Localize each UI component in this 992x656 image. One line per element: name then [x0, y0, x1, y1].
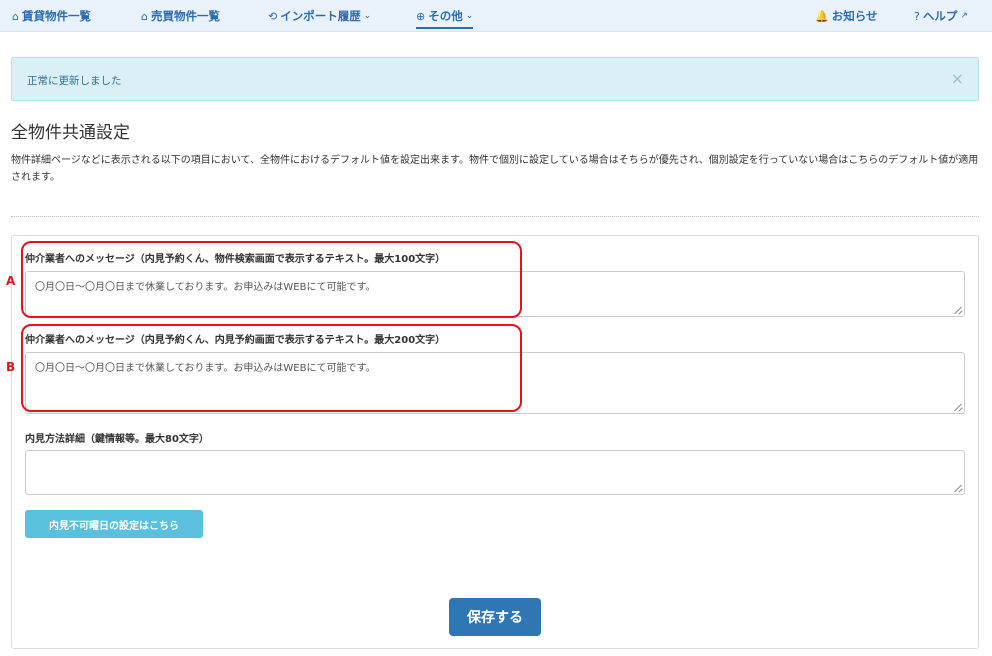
unavailable-days-button[interactable]: 内見不可曜日の設定はこちら [25, 510, 203, 538]
marker-b: B [6, 360, 16, 374]
nav-notifications-label: お知らせ [831, 9, 878, 23]
nav-rental-list[interactable]: ⌂ 賃貸物件一覧 [12, 0, 91, 32]
highlight-box-b [21, 324, 522, 412]
nav-sale-list[interactable]: ⌂ 売買物件一覧 [141, 0, 220, 32]
nav-help-label: ヘルプ [922, 9, 958, 23]
home-icon: ⌂ [12, 9, 19, 23]
nav-help[interactable]: ? ヘルプ ↗ [914, 0, 968, 32]
nav-other[interactable]: ⊕ その他 ⌄ [416, 0, 474, 32]
plus-circle-icon: ⊕ [416, 9, 426, 23]
nav-sale-list-label: 売買物件一覧 [150, 9, 220, 23]
nav-rental-list-label: 賃貸物件一覧 [21, 9, 91, 23]
highlight-box-a [21, 241, 522, 318]
home-icon: ⌂ [141, 9, 148, 23]
external-link-icon: ↗ [960, 11, 968, 21]
page-description: 物件詳細ページなどに表示される以下の項目において、全物件におけるデフォルト値を設… [11, 155, 979, 183]
resize-grip-icon[interactable] [954, 484, 962, 492]
top-nav: ⌂ 賃貸物件一覧 ⌂ 売買物件一覧 ⟲ インポート履歴 ⌄ ⊕ その他 ⌄ 🔔 … [0, 0, 992, 32]
chevron-down-icon: ⌄ [465, 11, 474, 21]
alert-message: 正常に更新しました [27, 75, 122, 87]
chevron-down-icon: ⌄ [363, 11, 372, 21]
history-icon: ⟲ [268, 9, 278, 23]
nav-notifications[interactable]: 🔔 お知らせ [815, 0, 877, 32]
close-icon[interactable]: × [951, 70, 964, 88]
nav-import-history-label: インポート履歴 [280, 9, 361, 23]
resize-grip-icon[interactable] [954, 403, 962, 411]
page-title: 全物件共通設定 [11, 123, 130, 143]
bell-icon: 🔔 [815, 9, 829, 23]
viewing-method-textarea[interactable] [25, 450, 965, 495]
help-circle-icon: ? [914, 9, 920, 23]
nav-other-label: その他 [428, 9, 463, 23]
save-button[interactable]: 保存する [449, 598, 541, 636]
viewing-method-label: 内見方法詳細（鍵情報等。最大80文字） [25, 434, 209, 445]
success-alert: 正常に更新しました × [11, 57, 979, 101]
marker-a: A [6, 274, 16, 288]
divider [11, 216, 979, 217]
nav-import-history[interactable]: ⟲ インポート履歴 ⌄ [268, 0, 371, 32]
resize-grip-icon[interactable] [954, 306, 962, 314]
